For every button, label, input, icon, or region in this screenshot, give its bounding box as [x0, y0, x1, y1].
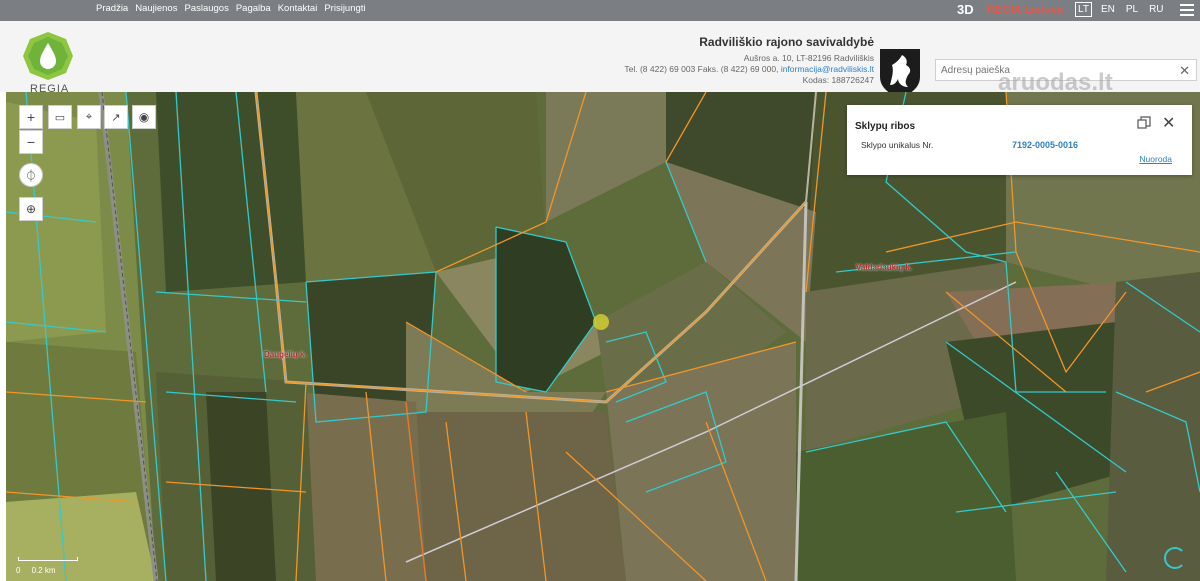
share-icon[interactable]: ↗ — [104, 105, 128, 129]
top-nav-bar: Pradžia Naujienos Paslaugos Pagalba Kont… — [0, 0, 1200, 21]
maximize-icon[interactable] — [1137, 116, 1151, 130]
municipality-phones: Tel. (8 422) 69 003 Faks. (8 422) 69 000… — [624, 64, 779, 74]
nav-link-contacts[interactable]: Kontaktai — [278, 3, 318, 14]
zoom-in-button[interactable]: + — [19, 105, 43, 129]
main-nav: Pradžia Naujienos Paslaugos Pagalba Kont… — [96, 3, 366, 14]
municipality-address: Aušros a. 10, LT-82196 Radviliškis — [743, 53, 874, 63]
place-label: Valdarlaukių k. — [856, 263, 913, 272]
lang-pl[interactable]: PL — [1124, 3, 1140, 16]
municipality-contacts: Tel. (8 422) 69 003 Faks. (8 422) 69 000… — [624, 64, 874, 75]
corner-widget-icon[interactable] — [1164, 547, 1186, 569]
menu-icon[interactable] — [1180, 4, 1194, 16]
site-header: REGIA Radviliškio rajono savivaldybė Auš… — [0, 21, 1200, 98]
measure-icon[interactable]: ▭ — [48, 105, 72, 129]
nav-link-login[interactable]: Prisijungti — [324, 3, 365, 14]
scale-bar: 0 0.2 km — [16, 557, 78, 575]
locate-icon[interactable]: ◉ — [132, 105, 156, 129]
place-label: Daugėlių k. — [264, 350, 307, 359]
lang-ru[interactable]: RU — [1147, 3, 1165, 16]
language-switcher: LT EN PL RU — [1075, 2, 1166, 17]
scale-start: 0 — [16, 566, 21, 575]
popup-title: Sklypų ribos — [855, 121, 916, 132]
reference-link[interactable]: Nuoroda — [1139, 154, 1172, 164]
lang-lt[interactable]: LT — [1075, 2, 1092, 17]
nav-link-home[interactable]: Pradžia — [96, 3, 128, 14]
municipality-info: Radviliškio rajono savivaldybė Aušros a.… — [624, 35, 874, 86]
3d-toggle[interactable]: 3D — [957, 2, 974, 17]
municipality-code: Kodas: 188726247 — [802, 75, 874, 85]
scale-end: 0.2 km — [31, 566, 56, 575]
nav-link-news[interactable]: Naujienos — [135, 3, 177, 14]
nav-link-help[interactable]: Pagalba — [236, 3, 271, 14]
parcel-popup: Sklypų ribos ✕ Sklypo unikalus Nr. 7192-… — [847, 105, 1192, 175]
compass-icon[interactable]: ⏀ — [19, 163, 43, 187]
parcel-id-label: Sklypo unikalus Nr. — [861, 140, 934, 150]
lang-en[interactable]: EN — [1099, 3, 1117, 16]
close-icon[interactable]: ✕ — [1162, 113, 1175, 133]
regia-lietuva-link[interactable]: REGIA Lietuva — [987, 4, 1063, 16]
marker-icon[interactable]: ⌖ — [77, 105, 101, 129]
zoom-out-button[interactable]: − — [19, 130, 43, 154]
municipality-email[interactable]: informacija@radviliskis.lt — [781, 64, 874, 74]
parcel-id-value[interactable]: 7192-0005-0016 — [1012, 140, 1078, 150]
regia-logo[interactable] — [22, 31, 74, 81]
nav-link-services[interactable]: Paslaugos — [184, 3, 228, 14]
close-icon[interactable]: ✕ — [1179, 63, 1190, 79]
municipality-name: Radviliškio rajono savivaldybė — [699, 35, 874, 49]
target-icon[interactable]: ⊕ — [19, 197, 43, 221]
